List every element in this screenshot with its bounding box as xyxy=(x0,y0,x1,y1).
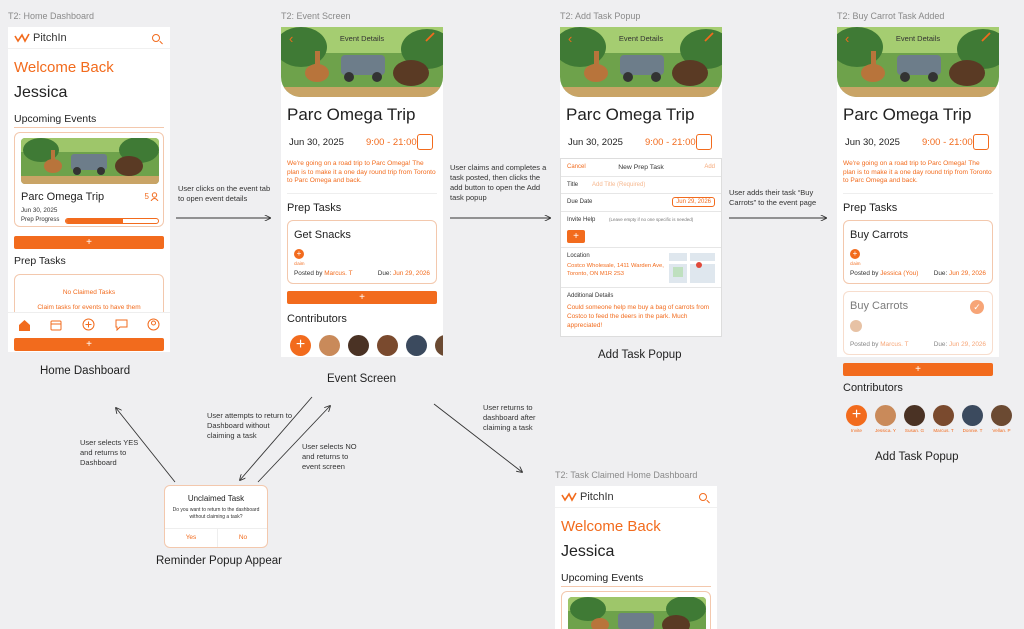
flow-arrows xyxy=(0,0,1024,483)
arrow-reminder-to-home xyxy=(116,408,176,483)
arrow-event-to-reminder xyxy=(240,396,313,480)
arrow-event-to-claimed xyxy=(433,403,522,472)
